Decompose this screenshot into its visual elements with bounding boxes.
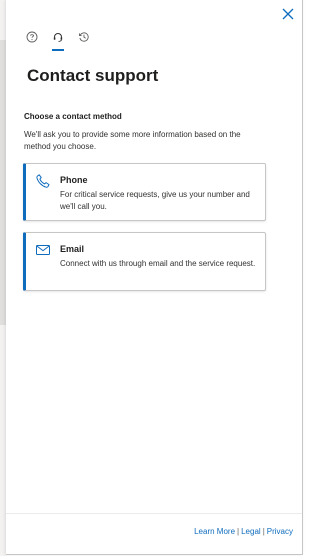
section-title: Choose a contact method [24,112,122,121]
privacy-link[interactable]: Privacy [267,527,293,536]
panel-footer: Learn More | Legal | Privacy [6,513,302,554]
phone-option-card[interactable]: Phone For critical service requests, giv… [23,163,266,221]
email-option-card[interactable]: Email Connect with us through email and … [23,232,266,291]
footer-separator: | [262,527,265,536]
tab-help[interactable] [26,31,38,51]
headset-icon [53,33,63,42]
mail-icon [36,245,50,255]
close-icon [282,8,294,20]
page-title: Contact support [27,66,159,85]
footer-separator: | [237,527,240,536]
email-option-title: Email [60,244,85,254]
email-option-description: Connect with us through email and the se… [60,259,256,268]
close-button[interactable] [280,6,296,22]
legal-link[interactable]: Legal [241,527,261,536]
phone-option-description: For critical service requests, give us y… [60,190,250,211]
history-icon [79,32,89,42]
tab-contact[interactable] [52,31,64,51]
phone-icon [36,174,50,188]
section-description: We'll ask you to provide some more infor… [24,130,241,151]
help-circle-icon [26,31,38,43]
panel-tabs [26,31,90,51]
phone-option-title: Phone [60,175,88,185]
contact-support-panel: Contact support Choose a contact method … [6,0,303,555]
footer-links: Learn More | Legal | Privacy [194,527,293,536]
learn-more-link[interactable]: Learn More [194,527,235,536]
tab-history[interactable] [78,31,90,51]
